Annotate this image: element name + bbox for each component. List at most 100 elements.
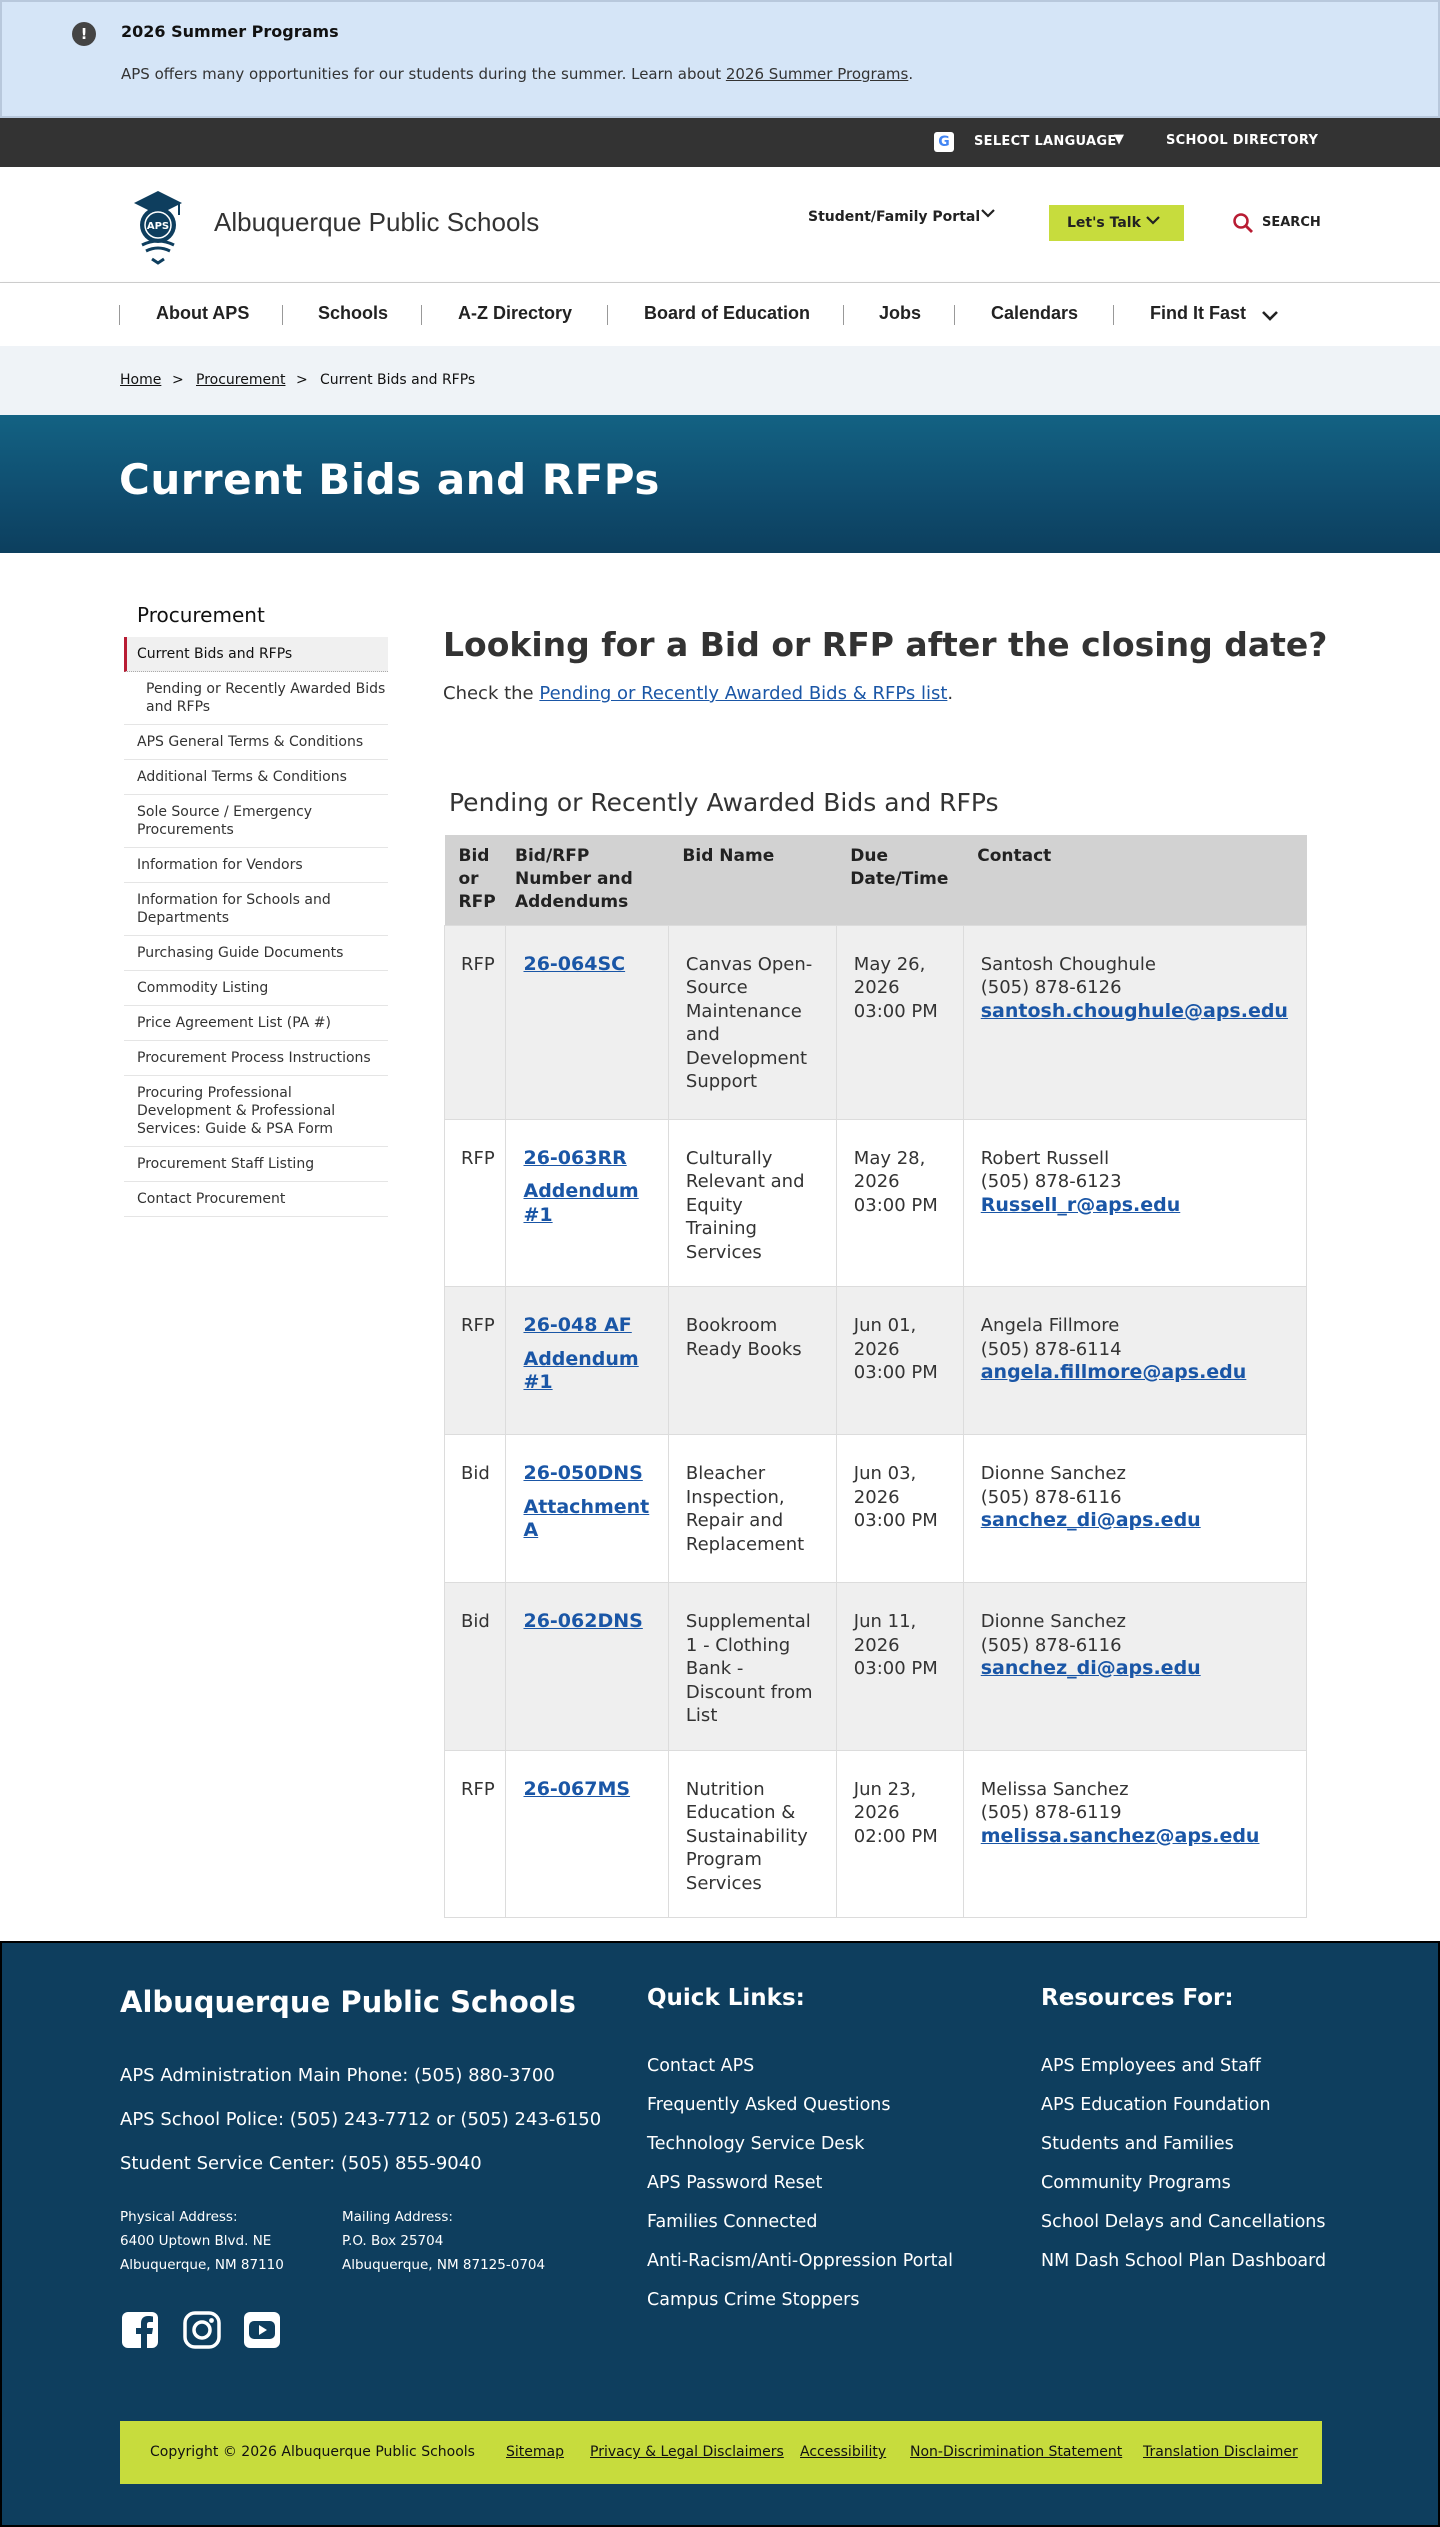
col-name: Bid Name [668,835,837,925]
footer-link-families-connected[interactable]: Families Connected [647,2212,818,2232]
addendum-link[interactable]: Addendum #1 [523,1348,649,1395]
sitemap-link[interactable]: Sitemap [506,2444,564,2460]
bid-due: Jun 23, 2026 02:00 PM [835,1749,964,1918]
alert-link[interactable]: 2026 Summer Programs [726,65,908,83]
breadcrumb-home[interactable]: Home [120,372,161,388]
nav-board-of-education[interactable]: Board of Education [644,303,810,324]
sidebar-item-commodity-listing[interactable]: Commodity Listing [124,971,388,1006]
bid-number-link[interactable]: 26-062DNS [523,1610,649,1634]
sidebar-item-schools-departments[interactable]: Information for Schools and Departments [124,883,388,936]
table-row: RFP 26-048 AF Addendum #1 Bookroom Ready … [443,1286,1308,1435]
bid-contact: Dionne Sanchez (505) 878-6116 sanchez_di@a… [962,1434,1308,1583]
select-language-button[interactable]: SELECT LANGUAGE [974,134,1117,149]
copyright-text: Copyright © 2026 Albuquerque Public Scho… [150,2444,475,2460]
nav-about-aps[interactable]: About APS [156,303,249,324]
nav-schools[interactable]: Schools [318,303,388,324]
col-contact: Contact [963,835,1307,925]
school-directory-link[interactable]: SCHOOL DIRECTORY [1166,133,1318,148]
sidebar-item-vendors[interactable]: Information for Vendors [124,848,388,883]
physical-address: 6400 Uptown Blvd. NE Albuquerque, NM 8711… [120,2233,284,2273]
nav-jobs[interactable]: Jobs [879,303,921,324]
nav-divider [282,305,283,325]
footer-link-tech-desk[interactable]: Technology Service Desk [647,2134,864,2154]
footer-link-crime-stoppers[interactable]: Campus Crime Stoppers [647,2290,860,2310]
resources-title: Resources For: [1041,1985,1234,2011]
table-row: RFP 26-064SC Canvas Open-Source Maintena… [443,924,1308,1120]
table-title: Pending or Recently Awarded Bids and RFP… [449,788,999,817]
nav-divider [421,305,422,325]
search-button[interactable]: SEARCH [1262,215,1321,230]
bid-number-link[interactable]: 26-067MS [523,1778,649,1802]
pending-list-link[interactable]: Pending or Recently Awarded Bids & RFPs … [539,683,947,704]
footer-service-phone: Student Service Center: (505) 855-9040 [120,2153,482,2174]
search-icon[interactable] [1232,212,1254,234]
contact-email-link[interactable]: sanchez_di@aps.edu [981,1509,1201,1531]
youtube-icon[interactable] [242,2310,282,2350]
footer-link-faq[interactable]: Frequently Asked Questions [647,2095,891,2115]
col-number: Bid/RFP Number and Addendums [505,835,669,925]
contact-email-link[interactable]: angela.fillmore@aps.edu [981,1361,1247,1383]
alert-text: APS offers many opportunities for our st… [121,65,914,83]
sidebar-item-staff-listing[interactable]: Procurement Staff Listing [124,1147,388,1182]
bid-number-link[interactable]: 26-064SC [523,953,649,977]
sidebar-item-professional-development[interactable]: Procuring Professional Development & Pro… [124,1076,388,1147]
footer-link-anti-racism[interactable]: Anti-Racism/Anti-Oppression Portal [647,2251,953,2271]
addendum-link[interactable]: Addendum #1 [523,1180,649,1227]
breadcrumb-procurement[interactable]: Procurement [196,372,285,388]
footer-link-delays[interactable]: School Delays and Cancellations [1041,2212,1326,2232]
sidebar-item-sole-source[interactable]: Sole Source / Emergency Procurements [124,795,388,848]
copyright-bar: Copyright © 2026 Albuquerque Public Scho… [120,2421,1322,2484]
footer-link-contact-aps[interactable]: Contact APS [647,2056,754,2076]
contact-email-link[interactable]: santosh.choughule@aps.edu [981,1000,1288,1022]
bid-number-link[interactable]: 26-050DNS [523,1462,649,1486]
sidebar-item-additional-terms[interactable]: Additional Terms & Conditions [124,760,388,795]
accessibility-link[interactable]: Accessibility [800,2444,886,2460]
col-bid-or-rfp: Bid or RFP [444,835,506,925]
contact-email-link[interactable]: Russell_r@aps.edu [981,1194,1181,1216]
footer-link-community[interactable]: Community Programs [1041,2173,1231,2193]
site-header: APS Albuquerque Public Schools Student/F… [0,167,1440,282]
lets-talk-button[interactable]: Let's Talk [1049,205,1184,241]
contact-email-link[interactable]: melissa.sanchez@aps.edu [981,1825,1260,1847]
chevron-down-icon[interactable] [1143,210,1163,230]
bid-number-cell: 26-067MS [505,1749,669,1918]
privacy-link[interactable]: Privacy & Legal Disclaimers [590,2444,784,2460]
chevron-down-icon[interactable] [1258,303,1282,327]
sidebar-item-contact[interactable]: Contact Procurement [124,1182,388,1217]
translation-disclaimer-link[interactable]: Translation Disclaimer [1143,2444,1298,2460]
bid-number-link[interactable]: 26-063RR [523,1147,649,1171]
sidebar-item-purchasing-guide[interactable]: Purchasing Guide Documents [124,936,388,971]
attachment-link[interactable]: Attachment A [523,1496,649,1543]
col-due: Due Date/Time [836,835,964,925]
facebook-icon[interactable] [120,2310,160,2350]
nav-find-it-fast[interactable]: Find It Fast [1150,303,1246,324]
sidebar-item-general-terms[interactable]: APS General Terms & Conditions [124,725,388,760]
footer-link-password-reset[interactable]: APS Password Reset [647,2173,822,2193]
bid-number-link[interactable]: 26-048 AF [523,1314,649,1338]
sidebar-item-price-agreement[interactable]: Price Agreement List (PA #) [124,1006,388,1041]
nav-az-directory[interactable]: A-Z Directory [458,303,572,324]
site-name[interactable]: Albuquerque Public Schools [214,207,539,238]
sidebar-item-process-instructions[interactable]: Procurement Process Instructions [124,1041,388,1076]
bid-name: Supplemental 1 - Clothing Bank - Discoun… [667,1582,837,1751]
footer-link-nm-dash[interactable]: NM Dash School Plan Dashboard [1041,2251,1326,2271]
sidebar-item-current-bids[interactable]: Current Bids and RFPs [124,637,388,672]
breadcrumb-separator: > [172,372,184,388]
footer-link-foundation[interactable]: APS Education Foundation [1041,2095,1271,2115]
bid-number-cell: 26-064SC [505,924,669,1120]
chevron-down-icon[interactable] [978,203,998,223]
exclamation-circle-icon: ! [72,22,96,46]
student-family-portal-menu[interactable]: Student/Family Portal [808,209,980,225]
bid-type: RFP [443,1749,507,1918]
footer-link-students-families[interactable]: Students and Families [1041,2134,1234,2154]
sidebar-item-pending-awarded[interactable]: Pending or Recently Awarded Bids and RFP… [124,672,388,725]
bid-number-cell: 26-063RR Addendum #1 [505,1118,669,1287]
non-discrimination-link[interactable]: Non-Discrimination Statement [910,2444,1122,2460]
footer-link-employees[interactable]: APS Employees and Staff [1041,2056,1261,2076]
instagram-icon[interactable] [182,2310,222,2350]
contact-email-link[interactable]: sanchez_di@aps.edu [981,1657,1201,1679]
breadcrumb-separator: > [296,372,308,388]
aps-logo[interactable]: APS [128,185,188,265]
bid-due: May 28, 2026 03:00 PM [835,1118,964,1287]
nav-calendars[interactable]: Calendars [991,303,1078,324]
